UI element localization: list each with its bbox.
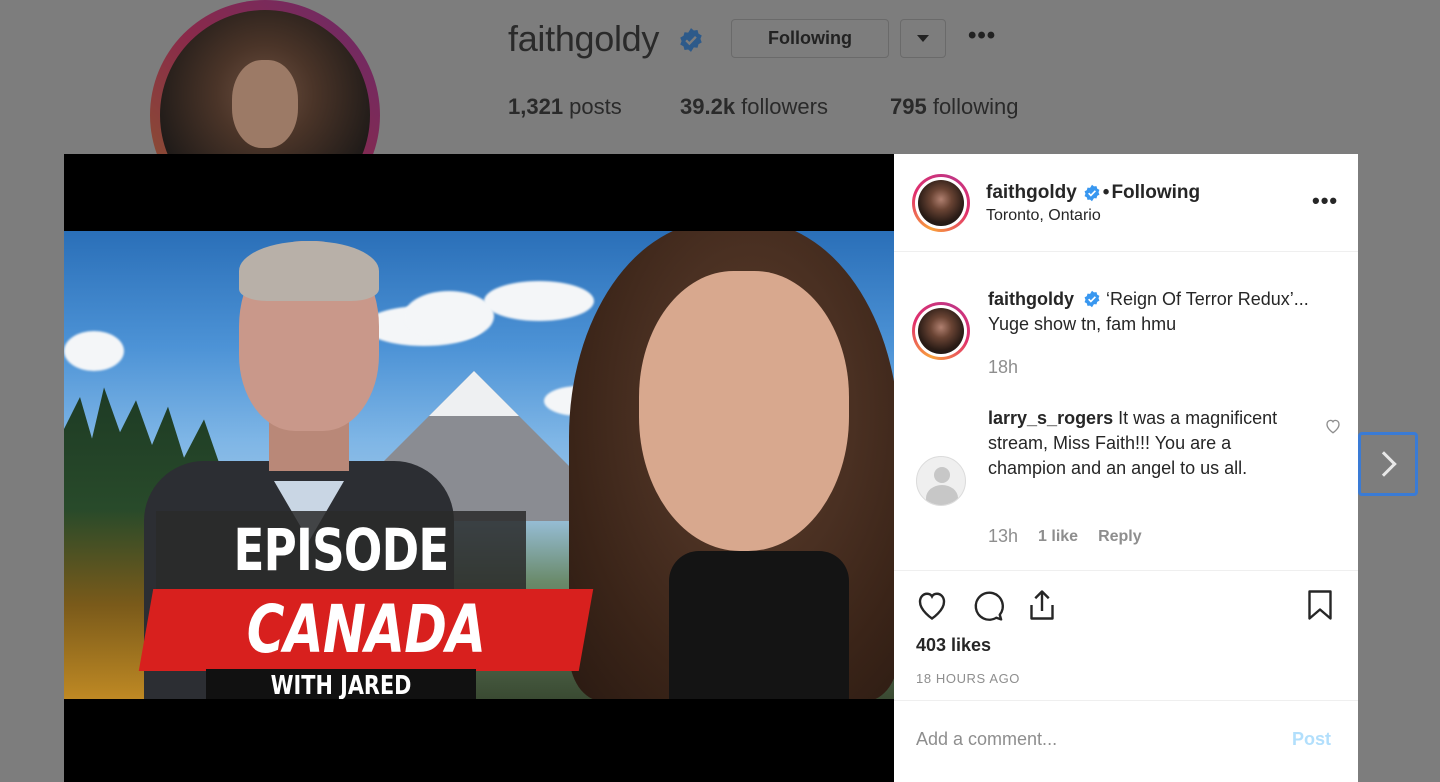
comment-like-heart-icon[interactable] [1324,417,1342,435]
comment-avatar[interactable] [916,456,966,506]
chevron-down-icon [917,35,929,42]
suggestions-dropdown-button[interactable] [900,19,946,58]
host-portrait [569,231,894,699]
next-post-button[interactable] [1358,432,1418,496]
add-comment-bar: Post [894,700,1358,782]
post-author-username[interactable]: faithgoldy [986,182,1077,204]
ellipsis-icon[interactable]: ••• [968,22,996,50]
comment-likes-count[interactable]: 1 like [1038,528,1078,546]
share-icon[interactable] [1024,587,1060,623]
bookmark-icon[interactable] [1302,587,1338,623]
comment-bubble-icon[interactable] [969,587,1005,623]
post-side-panel: faithgoldy • Following Toronto, Ontario … [894,154,1358,782]
profile-username: faithgoldy [508,18,660,59]
post-modal: EPISODE 10 CANADA FIRST WITH JARED TAYLO… [64,154,1358,782]
post-actions: 403 likes 18 HOURS AGO [894,570,1358,700]
post-author: faithgoldy • Following [986,182,1200,204]
comment-username[interactable]: larry_s_rogers [988,408,1113,428]
separator-dot: • [1102,182,1110,203]
post-comment-button[interactable]: Post [1292,729,1331,750]
followers-stat[interactable]: 39.2k followers [680,94,828,120]
comment-time[interactable]: 13h [988,526,1018,547]
caption-username[interactable]: faithgoldy [988,289,1074,309]
comments-section: faithgoldy ‘Reign Of Terror Redux’... Yu… [894,252,1358,570]
comment-meta: 13h 1 like Reply [988,526,1142,547]
like-heart-icon[interactable] [914,587,950,623]
post-time[interactable]: 18 HOURS AGO [916,671,1020,686]
thumbnail-title: EPISODE 10 CANADA FIRST WITH JARED TAYLO… [138,511,594,699]
caption-time[interactable]: 18h [988,357,1018,378]
verified-badge-icon [1084,184,1100,202]
likes-count[interactable]: 403 likes [916,635,991,656]
posts-stat: 1,321 posts [508,94,622,119]
guest-label: WITH JARED TAYLOR [270,671,412,699]
comment-body: larry_s_rogers It was a magnificent stre… [988,406,1298,481]
chevron-right-icon [1371,451,1397,477]
video-thumbnail[interactable]: EPISODE 10 CANADA FIRST WITH JARED TAYLO… [64,231,894,699]
post-location[interactable]: Toronto, Ontario [986,207,1101,225]
post-media[interactable]: EPISODE 10 CANADA FIRST WITH JARED TAYLO… [64,154,894,782]
comment-reply-button[interactable]: Reply [1098,528,1142,546]
following-stat[interactable]: 795 following [890,94,1018,120]
caption-avatar[interactable] [912,302,970,360]
verified-badge-icon [680,28,702,52]
verified-badge-icon [1084,290,1100,308]
post-author-avatar[interactable] [912,174,970,232]
caption: faithgoldy ‘Reign Of Terror Redux’... Yu… [988,287,1328,337]
post-header: faithgoldy • Following Toronto, Ontario … [894,154,1358,252]
comment-input[interactable] [916,729,1256,750]
following-button[interactable]: Following [731,19,889,58]
follow-status-button[interactable]: Following [1111,182,1200,204]
more-options-icon[interactable]: ••• [1312,188,1338,214]
